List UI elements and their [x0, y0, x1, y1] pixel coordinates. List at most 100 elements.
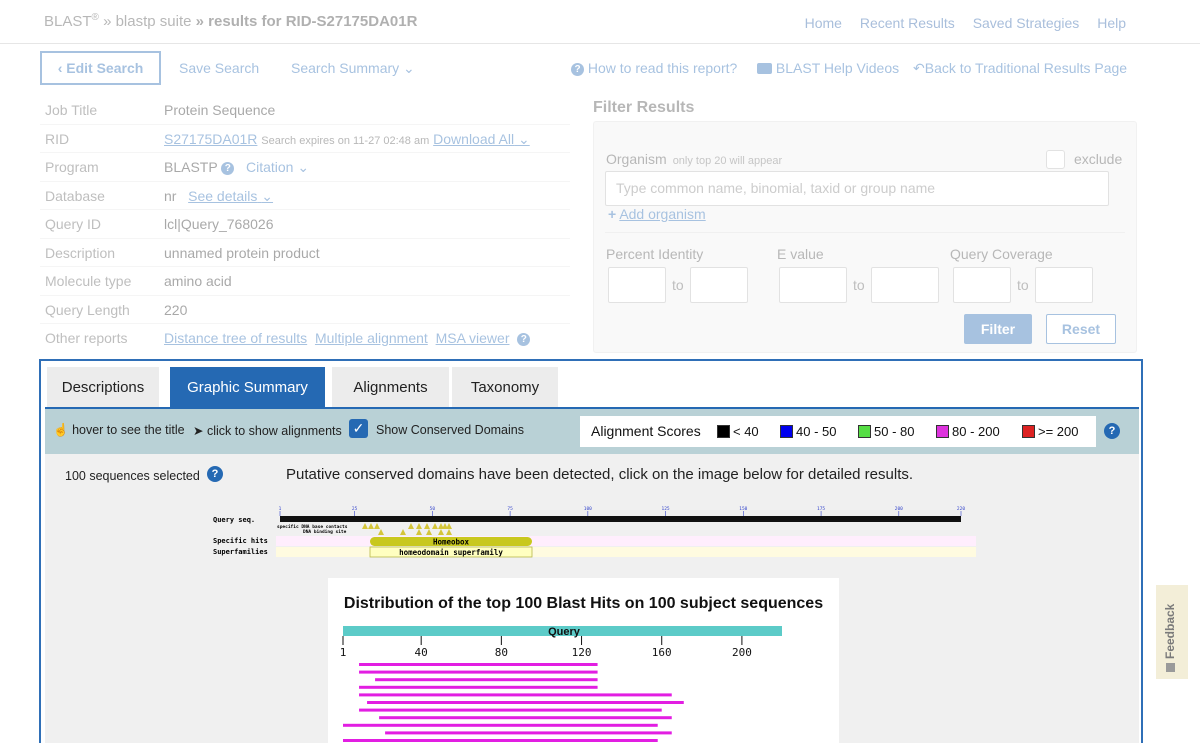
- distance-tree-link[interactable]: Distance tree of results: [164, 330, 307, 346]
- reset-button[interactable]: Reset: [1046, 314, 1116, 344]
- x-tick-label: 200: [732, 646, 752, 659]
- hover-hint: ☝ hover to see the title: [53, 423, 185, 438]
- cdd-site-marker: [446, 529, 452, 535]
- tab-descriptions[interactable]: Descriptions: [47, 367, 159, 408]
- program-row: Program BLASTP ? Citation ⌄: [40, 153, 570, 182]
- percent-identity-max-input[interactable]: [690, 267, 748, 303]
- tab-taxonomy[interactable]: Taxonomy: [452, 367, 558, 408]
- percent-identity-min-input[interactable]: [608, 267, 666, 303]
- chevron-down-icon: ⌄: [517, 130, 530, 147]
- cdd-site-marker: [438, 529, 444, 535]
- hit-distribution-plot[interactable]: Query 1 40 80 120 160 200: [328, 578, 839, 743]
- hit-bar[interactable]: [343, 723, 658, 727]
- organism-input[interactable]: Type common name, binomial, taxid or gro…: [605, 171, 1109, 206]
- results-panel: Descriptions Graphic Summary Alignments …: [39, 359, 1143, 743]
- show-cdd-checkbox[interactable]: ✓: [349, 419, 368, 438]
- search-summary-label: Search Summary: [291, 60, 400, 76]
- hit-bar[interactable]: [359, 663, 598, 666]
- legend-label: 40 - 50: [796, 424, 837, 439]
- hit-bar[interactable]: [359, 685, 598, 689]
- cdd-tick-label: 175: [817, 506, 825, 512]
- brand-link[interactable]: BLAST: [44, 13, 92, 30]
- nav-recent-results[interactable]: Recent Results: [860, 15, 955, 31]
- legend-label: 50 - 80: [874, 424, 915, 439]
- exclude-checkbox[interactable]: [1046, 150, 1065, 169]
- cdd-tick-label: 150: [739, 506, 747, 512]
- question-icon[interactable]: ?: [221, 162, 235, 175]
- hit-bar[interactable]: [359, 693, 672, 697]
- molecule-type-label: Molecule type: [45, 273, 132, 289]
- query-coverage-max-input[interactable]: [1035, 267, 1093, 303]
- conserved-domains-image[interactable]: 1 25 50 75 100 125 150 175 200 220 Query seq. spe…: [213, 505, 983, 565]
- molecule-type-row: Molecule type amino acid: [40, 267, 570, 296]
- homeobox-label: Homeobox: [433, 538, 470, 547]
- hit-bar[interactable]: [375, 678, 598, 682]
- superfamily-label: homeodomain superfamily: [399, 548, 503, 557]
- edit-search-button[interactable]: ‹ Edit Search: [40, 51, 161, 85]
- query-length-row: Query Length 220: [40, 296, 570, 324]
- citation-dropdown[interactable]: Citation ⌄: [246, 159, 309, 175]
- query-coverage-min-input[interactable]: [953, 267, 1011, 303]
- add-organism-link[interactable]: + Add organism: [608, 206, 706, 222]
- question-icon[interactable]: ?: [1104, 423, 1120, 439]
- nav-home[interactable]: Home: [805, 15, 842, 31]
- job-title-label: Job Title: [45, 102, 98, 118]
- tab-graphic-summary[interactable]: Graphic Summary: [170, 367, 325, 408]
- program-value: BLASTP: [164, 159, 218, 175]
- question-icon[interactable]: ?: [207, 466, 223, 482]
- cdd-tick-label: 220: [957, 506, 965, 512]
- hit-bar[interactable]: [367, 701, 684, 704]
- hit-bar[interactable]: [359, 670, 598, 674]
- question-icon: ?: [571, 63, 584, 76]
- msa-viewer-link[interactable]: MSA viewer: [436, 330, 510, 346]
- organism-label-group: Organism only top 20 will appear: [606, 151, 782, 167]
- chevron-down-icon: ⌄: [261, 187, 274, 204]
- cdd-site-marker: [400, 529, 406, 535]
- back-traditional-link[interactable]: ↶Back to Traditional Results Page: [913, 60, 1127, 77]
- evalue-min-input[interactable]: [779, 267, 847, 303]
- help-videos-link[interactable]: BLAST Help Videos: [757, 60, 899, 76]
- other-reports-links: Distance tree of results Multiple alignm…: [164, 330, 531, 346]
- sequences-selected: 100 sequences selected: [65, 469, 200, 483]
- description-label: Description: [45, 244, 116, 261]
- hit-bar[interactable]: [379, 716, 672, 720]
- organism-hint: only top 20 will appear: [672, 155, 783, 167]
- cdd-site-marker: [432, 523, 438, 529]
- database-value-group: nr See details ⌄: [164, 188, 273, 205]
- legend-swatch: [717, 425, 730, 438]
- specific-hits-label: Specific hits: [213, 537, 268, 545]
- see-details-dropdown[interactable]: See details ⌄: [188, 188, 273, 204]
- cdd-site-marker: [378, 529, 384, 535]
- nav-saved-strategies[interactable]: Saved Strategies: [973, 15, 1080, 31]
- tab-alignments[interactable]: Alignments: [332, 367, 449, 408]
- citation-label: Citation: [246, 159, 294, 175]
- toolbar: ‹ Edit Search Save Search Search Summary…: [40, 51, 1140, 85]
- click-hint: ➤ click to show alignments: [193, 423, 342, 438]
- add-organism-label: Add organism: [619, 206, 706, 222]
- filter-button[interactable]: Filter: [964, 314, 1032, 344]
- site-label-dna-binding: DNA binding site: [303, 529, 347, 535]
- query-id-label: Query ID: [45, 216, 102, 232]
- plus-icon: +: [608, 206, 617, 222]
- save-search-link[interactable]: Save Search: [179, 60, 259, 76]
- hit-bar[interactable]: [359, 708, 662, 712]
- hit-bar[interactable]: [385, 731, 672, 735]
- question-icon[interactable]: ?: [517, 333, 531, 346]
- description-row: Description unnamed protein product: [40, 239, 570, 267]
- query-coverage-label: Query Coverage: [950, 246, 1053, 262]
- legend-label: < 40: [733, 424, 759, 439]
- see-details-label: See details: [188, 187, 258, 204]
- hit-bar[interactable]: [343, 739, 658, 742]
- x-tick-label: 40: [415, 646, 428, 659]
- filter-results-title: Filter Results: [593, 99, 695, 116]
- undo-arrow-icon: ↶: [913, 60, 925, 76]
- nav-help[interactable]: Help: [1097, 15, 1126, 31]
- download-all-dropdown[interactable]: Download All ⌄: [433, 131, 530, 147]
- multiple-alignment-link[interactable]: Multiple alignment: [315, 330, 428, 346]
- breadcrumb-suite-link[interactable]: blastp suite: [116, 13, 192, 30]
- search-summary-dropdown[interactable]: Search Summary ⌄: [291, 60, 415, 77]
- database-value: nr: [164, 187, 177, 204]
- how-to-read-link[interactable]: ? How to read this report?: [571, 60, 737, 76]
- evalue-max-input[interactable]: [871, 267, 939, 303]
- rid-link[interactable]: S27175DA01R: [164, 131, 257, 147]
